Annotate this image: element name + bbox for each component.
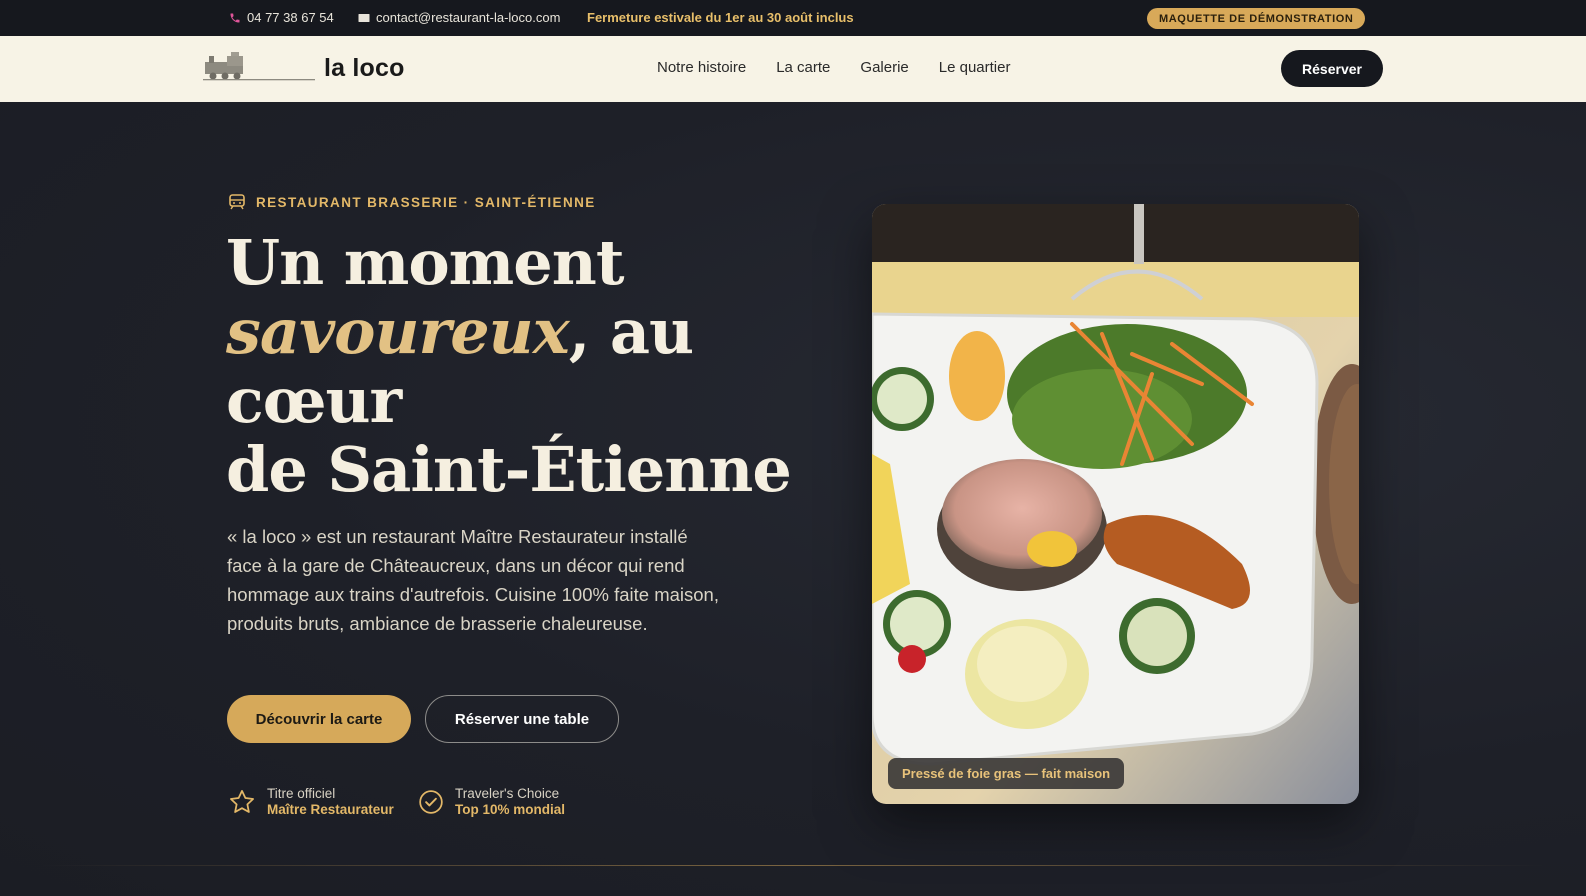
image-caption: Pressé de foie gras — fait maison — [888, 758, 1125, 789]
nav-link-quartier[interactable]: Le quartier — [939, 59, 1011, 76]
badge-value: Maître Restaurateur — [267, 802, 394, 817]
hero-eyebrow: RESTAURANT BRASSERIE · SAINT-ÉTIENNE — [228, 194, 596, 210]
phone-contact[interactable]: 04 77 38 67 54 — [229, 10, 334, 25]
star-icon — [230, 790, 254, 813]
demo-badge: MAQUETTE DE DÉMONSTRATION — [1147, 8, 1366, 29]
email-contact[interactable]: contact@restaurant-la-loco.com — [358, 10, 560, 25]
discover-menu-button[interactable]: Découvrir la carte — [227, 695, 411, 743]
badge-text-1: Titre officiel Maître Restaurateur — [267, 786, 394, 818]
top-info-bar: 04 77 38 67 54 contact@restaurant-la-loc… — [0, 0, 1586, 36]
badge-label: Titre officiel — [267, 786, 336, 801]
primary-nav: Notre histoire La carte Galerie Le quart… — [657, 59, 1040, 76]
eyebrow-text: RESTAURANT BRASSERIE · SAINT-ÉTIENNE — [256, 194, 596, 210]
badge-travelers-choice: Traveler's Choice Top 10% mondial — [418, 786, 565, 818]
reserve-table-button[interactable]: Réserver une table — [425, 695, 619, 743]
email-address: contact@restaurant-la-loco.com — [376, 10, 561, 25]
badge-text-2: Traveler's Choice Top 10% mondial — [455, 786, 565, 818]
badge-label: Traveler's Choice — [455, 786, 560, 801]
headline-line-1: Un moment — [226, 226, 624, 299]
hero-lead-paragraph: « la loco » est un restaurant Maître Res… — [227, 526, 719, 634]
reserve-button[interactable]: Réserver — [1281, 50, 1383, 87]
logo-link[interactable] — [203, 50, 315, 82]
foie-gras-dish-photo — [872, 204, 1359, 804]
section-divider — [40, 865, 1546, 866]
summer-closure-notice: Fermeture estivale du 1er au 30 août inc… — [587, 10, 854, 25]
main-navbar: la loco Notre histoire La carte Galerie … — [0, 36, 1586, 102]
dish-illustration — [872, 204, 1359, 804]
mail-icon — [358, 13, 370, 23]
hero-section: RESTAURANT BRASSERIE · SAINT-ÉTIENNE Un … — [0, 102, 1586, 896]
headline-accent: savoureux — [226, 295, 570, 368]
headline-line-3: de Saint-Étienne — [226, 433, 792, 506]
nav-link-histoire[interactable]: Notre histoire — [657, 59, 746, 76]
brand-name[interactable]: la loco — [324, 54, 405, 83]
nav-link-galerie[interactable]: Galerie — [860, 59, 908, 76]
badge-value: Top 10% mondial — [455, 802, 566, 817]
check-circle-icon — [419, 790, 443, 814]
train-icon — [229, 194, 245, 210]
phone-icon — [229, 12, 241, 24]
hero-headline: Un moment savoureux, au cœur de Saint-Étie… — [226, 228, 826, 504]
badge-maitre-restaurateur: Titre officiel Maître Restaurateur — [228, 786, 394, 818]
phone-number: 04 77 38 67 54 — [247, 10, 334, 25]
nav-link-carte[interactable]: La carte — [776, 59, 830, 76]
locomotive-logo-icon — [203, 52, 315, 81]
